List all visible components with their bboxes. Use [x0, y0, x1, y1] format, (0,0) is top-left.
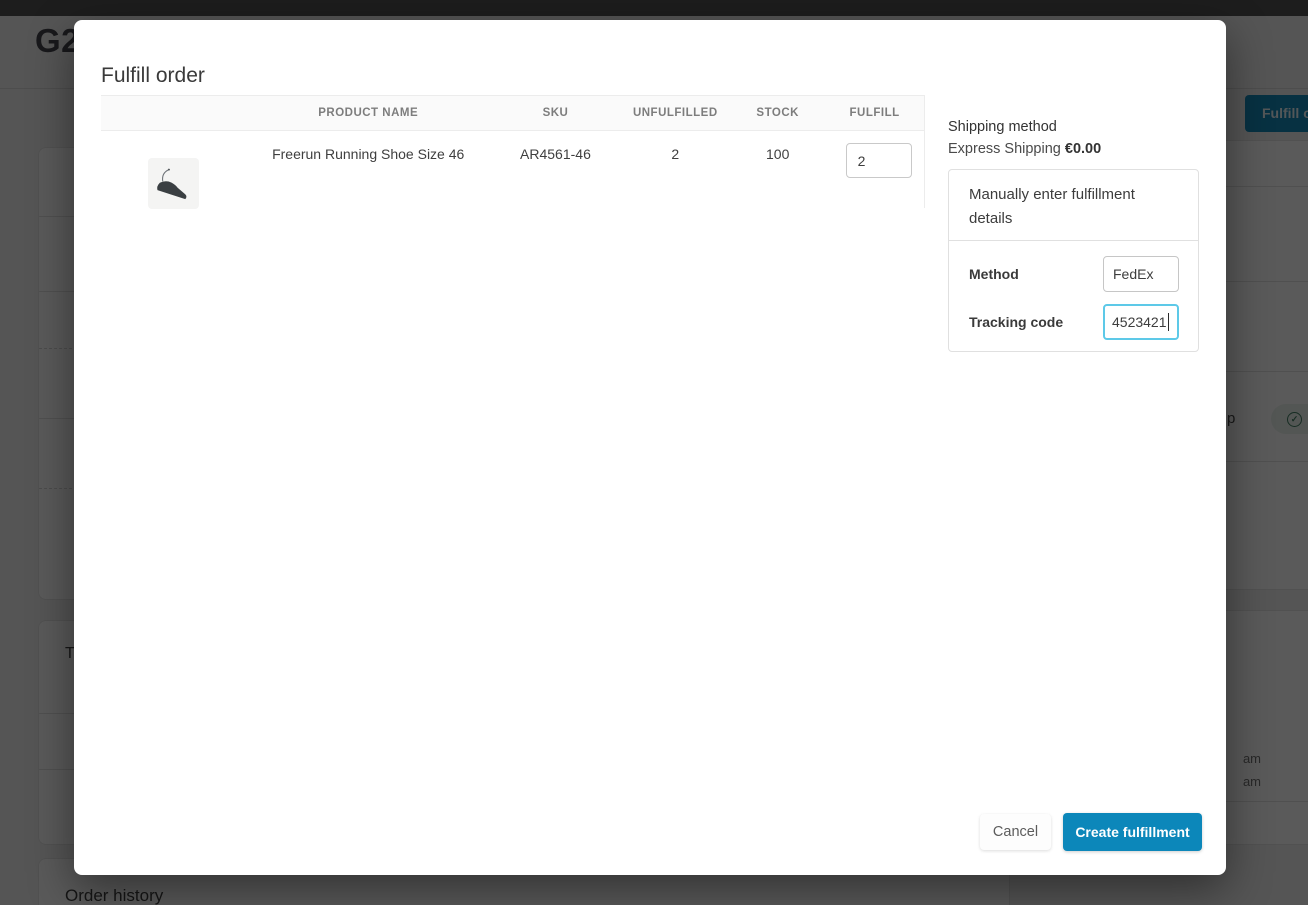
column-header-fulfill: FULFILL — [849, 107, 900, 119]
manual-fulfillment-card: Manually enter fulfillment details Metho… — [948, 169, 1199, 352]
tracking-code-input[interactable]: 4523421 — [1103, 304, 1179, 340]
product-image-cell — [101, 131, 246, 209]
table-header-row: PRODUCT NAME SKU UNFULFILLED STOCK FULFI… — [101, 95, 924, 131]
column-header-product-name: PRODUCT NAME — [318, 107, 419, 119]
product-thumbnail — [147, 158, 199, 209]
text-caret — [1167, 313, 1170, 331]
tracking-code-label: Tracking code — [969, 314, 1064, 330]
products-table: PRODUCT NAME SKU UNFULFILLED STOCK FULFI… — [101, 95, 925, 209]
product-name-cell: Freerun Running Shoe Size 46 — [272, 146, 465, 162]
tracking-code-value: 4523421 — [1112, 314, 1167, 330]
shipping-price: €0.00 — [1064, 141, 1102, 157]
create-fulfillment-button[interactable]: Create fulfillment — [1063, 813, 1202, 851]
method-label: Method — [969, 266, 1019, 282]
column-header-sku: SKU — [542, 107, 569, 119]
fulfill-quantity-input[interactable] — [845, 143, 912, 178]
screen: G2 Fulfill o p ✓ Se T — [0, 0, 1308, 905]
shipping-panel: Shipping method Express Shipping €0.00 M… — [948, 119, 1199, 352]
method-input[interactable] — [1103, 256, 1179, 292]
sku-cell: AR4561-46 — [520, 146, 591, 162]
modal-title: Fulfill order — [101, 64, 205, 87]
stock-cell: 100 — [766, 146, 790, 162]
card-divider — [949, 240, 1198, 241]
cancel-button[interactable]: Cancel — [980, 814, 1051, 850]
unfulfilled-cell: 2 — [671, 146, 680, 162]
method-row: Method — [949, 256, 1198, 292]
shipping-method-value: Express Shipping €0.00 — [948, 141, 1199, 157]
column-header-stock: STOCK — [756, 107, 799, 119]
table-row: Freerun Running Shoe Size 46 AR4561-46 2… — [101, 131, 924, 209]
tracking-row: Tracking code 4523421 — [949, 304, 1198, 340]
column-header-unfulfilled: UNFULFILLED — [632, 107, 718, 119]
fulfill-order-modal: Fulfill order PRODUCT NAME SKU UNFULFILL… — [74, 20, 1226, 875]
fulfill-cell — [825, 131, 924, 208]
shipping-method-heading: Shipping method — [948, 119, 1057, 135]
shipping-method-name: Express Shipping — [948, 141, 1061, 157]
shoe-icon — [157, 168, 187, 199]
manual-card-title: Manually enter fulfillment details — [969, 186, 1135, 227]
